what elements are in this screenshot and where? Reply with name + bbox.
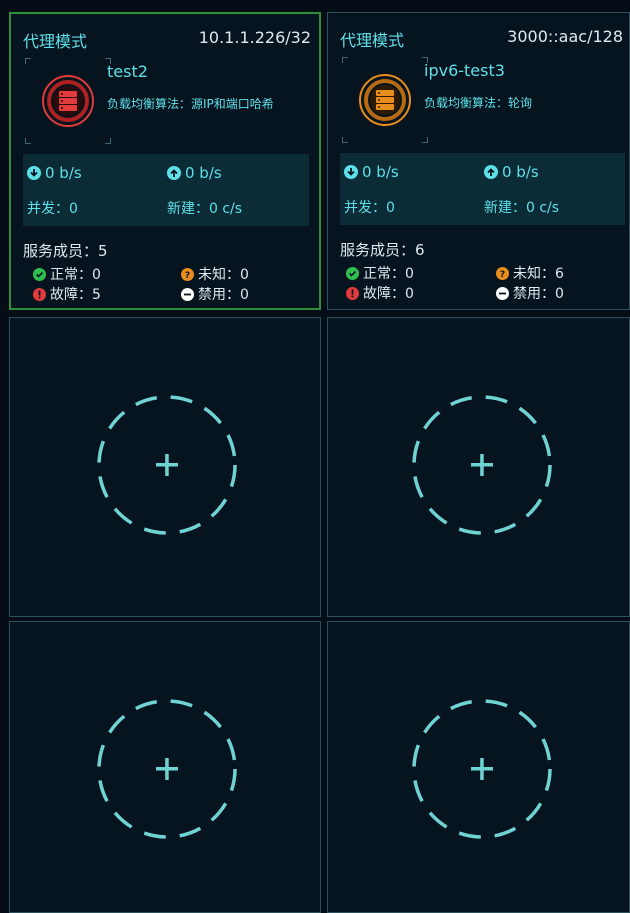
empty-slot [327,621,630,913]
member-normal-value: 正常：0 [50,267,101,283]
svg-text:?: ? [185,271,190,281]
add-service-button[interactable] [407,390,557,540]
member-count: 服务成员：6 [340,241,425,259]
virtual-service-card-ipv6-test3[interactable]: 代理模式 3000::aac/128 ipv6-test3 负载均衡算法：轮询 … [327,12,630,310]
empty-slot [327,317,630,617]
question-circle-icon: ? [181,267,194,281]
lb-algorithm-label: 负载均衡算法： [424,96,509,110]
upload-rate: 0 b/s [484,163,539,181]
empty-slot [9,317,321,617]
check-circle-icon [346,266,359,280]
alert-circle-icon [346,286,359,300]
minus-circle-icon [496,286,509,300]
add-service-button[interactable] [92,694,242,844]
lb-algorithm: 负载均衡算法：轮询 [424,95,624,111]
add-service-button[interactable] [92,390,242,540]
alert-circle-icon [33,287,46,301]
member-fault: 故障：0 [346,283,414,303]
minus-circle-icon [181,287,194,301]
plus-icon [156,758,178,780]
mode-label: 代理模式 [340,31,405,50]
server-status-icon [42,75,94,127]
svg-text:?: ? [500,270,505,280]
member-unknown: ? 未知：6 [496,263,564,283]
member-fault-value: 故障：5 [50,287,101,303]
mode-label: 代理模式 [23,32,88,51]
member-disabled: 禁用：0 [496,283,564,303]
traffic-stats: 0 b/s 0 b/s 并发：0 新建：0 c/s [340,153,625,225]
plus-icon [156,454,178,476]
service-address: 10.1.1.226/32 [198,28,311,47]
concurrent-count: 并发：0 [27,201,78,217]
arrow-down-circle-icon [344,165,358,179]
member-disabled-value: 禁用：0 [513,286,564,302]
lb-algorithm-label: 负载均衡算法： [107,97,192,111]
lb-algorithm: 负载均衡算法：源IP和端口哈希 [107,96,307,112]
member-unknown-value: 未知：0 [198,267,249,283]
member-disabled: 禁用：0 [181,284,249,304]
member-normal: 正常：0 [346,263,414,283]
upload-rate-value: 0 b/s [502,163,539,181]
download-rate-value: 0 b/s [362,163,399,181]
new-connections: 新建：0 c/s [484,200,560,216]
upload-rate-value: 0 b/s [185,164,222,182]
traffic-stats: 0 b/s 0 b/s 并发：0 新建：0 c/s [23,154,309,226]
member-fault-value: 故障：0 [363,286,414,302]
service-icon-frame [25,58,111,144]
arrow-down-circle-icon [27,166,41,180]
plus-icon [471,758,493,780]
upload-rate: 0 b/s [167,164,222,182]
member-unknown: ? 未知：0 [181,264,249,284]
service-name: ipv6-test3 [424,61,505,80]
plus-icon [471,454,493,476]
download-rate-value: 0 b/s [45,164,82,182]
concurrent-count: 并发：0 [344,200,395,216]
download-rate: 0 b/s [27,164,82,182]
empty-slot [9,621,321,913]
member-normal-value: 正常：0 [363,266,414,282]
add-service-button[interactable] [407,694,557,844]
member-normal: 正常：0 [33,264,101,284]
arrow-up-circle-icon [167,166,181,180]
member-fault: 故障：5 [33,284,101,304]
new-connections: 新建：0 c/s [167,201,243,217]
service-address: 3000::aac/128 [507,27,623,46]
service-name: test2 [107,62,148,81]
member-count: 服务成员：5 [23,242,108,260]
lb-algorithm-value: 轮询 [508,96,533,110]
virtual-service-card-test2[interactable]: 代理模式 10.1.1.226/32 test2 负载均衡算法：源IP和端口哈希… [9,12,321,310]
server-status-icon [359,74,411,126]
arrow-up-circle-icon [484,165,498,179]
member-unknown-value: 未知：6 [513,266,564,282]
download-rate: 0 b/s [344,163,399,181]
check-circle-icon [33,267,46,281]
service-icon-frame [342,57,428,143]
member-disabled-value: 禁用：0 [198,287,249,303]
lb-algorithm-value: 源IP和端口哈希 [191,97,274,111]
question-circle-icon: ? [496,266,509,280]
